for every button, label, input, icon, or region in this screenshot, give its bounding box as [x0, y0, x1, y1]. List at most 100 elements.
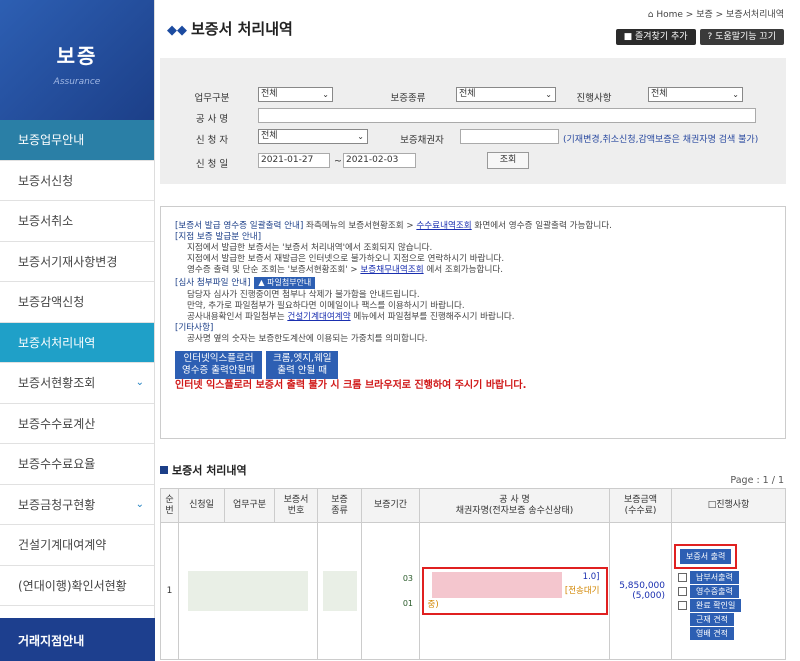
liability-quote-action: 영배 견적	[678, 626, 734, 640]
col-name-l1: 공 사 명	[499, 494, 530, 505]
branch-notice-title: [지점 보증 발급분 안내]	[175, 232, 262, 243]
chrome-print-help-button[interactable]: 크롬,엣지,웨일 출력 안될 때	[265, 351, 339, 380]
highlight-print-box: 보증서 출력	[674, 543, 738, 569]
branch-info-link[interactable]: 거래지점안내	[0, 618, 155, 661]
complete-check-button[interactable]: 완료 확인일	[690, 598, 742, 612]
period-fragment: 01	[402, 599, 413, 608]
project-name-input[interactable]	[258, 108, 756, 123]
ie-btn-line2: 영수증 출력안될때	[182, 365, 255, 377]
etc-notice-line: 공사명 옆의 숫자는 보증한도계산에 이용되는 가중치를 의미합니다.	[187, 333, 428, 344]
sidebar-item-label: 보증금청구현황	[18, 497, 96, 512]
creditor-note: (기재변경,취소신청,감액보증은 채권자명 검색 불가)	[563, 135, 759, 145]
chevron-down-icon: ⌄	[322, 90, 329, 99]
bookmark-icon: ■	[623, 32, 635, 42]
cell-period: 03 01	[361, 522, 420, 660]
section-square-icon	[160, 466, 168, 474]
attach-notice-line: 담당자 심사가 진행중이면 첨부나 삭제가 불가함을 안내드립니다.	[187, 289, 420, 300]
redacted-block	[322, 571, 357, 611]
sidebar-item[interactable]: 보증수수료요율	[0, 444, 154, 485]
sidebar-item[interactable]: (연대이행)확인서현황	[0, 566, 154, 606]
receipt-notice-line: [보증서 발급 영수증 일괄출력 안내] 좌측메뉴의 보증서현황조회 > 수수료…	[175, 221, 771, 232]
cell-amount: 5,850,000 (5,000)	[609, 522, 672, 660]
applicant-value: 전체	[261, 131, 278, 141]
browser-help-buttons: 인터넷익스플로러 영수증 출력안될때 크롬,엣지,웨일 출력 안될 때	[175, 351, 771, 380]
sidebar-item[interactable]: 보증서처리내역	[0, 322, 154, 363]
col-cert: 보증서 번호	[274, 488, 318, 523]
labor-quote-button[interactable]: 근재 견적	[690, 612, 734, 626]
cell-kind	[317, 522, 362, 660]
search-button[interactable]: 조회	[487, 152, 529, 169]
sidebar-item[interactable]: 보증서현황조회 ⌄	[0, 363, 154, 404]
col-kind-l1: 보증	[331, 494, 348, 505]
sidebar-item-label: 보증수수료요율	[18, 457, 96, 471]
fee-history-link[interactable]: 수수료내역조회	[416, 221, 471, 231]
sidebar-item[interactable]: 보증수수료계산	[0, 404, 154, 444]
creditor-input[interactable]	[460, 129, 559, 144]
print-receipt-button[interactable]: 영수증출력	[690, 584, 739, 598]
action-buttons: 보증서 출력 납부서출력 영수증출력 완료 확인일 근재 견적 영배 견적	[672, 543, 785, 640]
sidebar-item[interactable]: 보증금청구현황 ⌄	[0, 485, 154, 525]
sidebar-item[interactable]: 보증업무안내	[0, 120, 154, 161]
col-work: 업무구분	[224, 488, 275, 523]
title-diamond-icon: ◆◆	[167, 23, 187, 38]
sidebar-item[interactable]: 보증서신청	[0, 161, 154, 201]
print-certificate-button[interactable]: 보증서 출력	[680, 548, 732, 564]
guarantee-type-select[interactable]: 전체 ⌄	[456, 87, 556, 102]
send-status: 중)	[427, 600, 439, 610]
branch-notice-tail: 에서 조회가능합니다.	[423, 265, 503, 276]
applicant-select[interactable]: 전체 ⌄	[258, 129, 368, 144]
complete-checkbox[interactable]	[678, 600, 687, 610]
payment-checkbox[interactable]	[678, 572, 687, 582]
sidebar-item[interactable]: 보증서취소	[0, 201, 154, 242]
redacted-block	[188, 571, 308, 611]
chevron-down-icon: ⌄	[357, 132, 364, 141]
breadcrumb[interactable]: ⌂ Home > 보증 > 보증서처리내역	[648, 7, 784, 20]
progress-select[interactable]: 전체 ⌄	[648, 87, 743, 102]
cell-actions: 보증서 출력 납부서출력 영수증출력 완료 확인일 근재 견적 영배 견적	[671, 522, 786, 660]
bookmark-button[interactable]: ■ 즐겨찾기 추가	[615, 29, 696, 45]
receipt-notice-text: 좌측메뉴의 보증서현황조회 >	[303, 221, 417, 231]
branch-notice-text: 영수증 출력 및 단순 조회는 '보증서현황조회' >	[187, 265, 361, 276]
work-type-select[interactable]: 전체 ⌄	[258, 87, 333, 102]
payment-action: 납부서출력	[678, 570, 739, 584]
sidebar-title: 보증	[56, 44, 98, 68]
attach-guide-button[interactable]: ▲ 파일첨부안내	[254, 277, 316, 289]
sidebar-item[interactable]: 보증서기재사항변경	[0, 242, 154, 282]
table-row: 1 03 01 1.0] [전송대기 중) 5,850,000 (5,000) 보증…	[160, 522, 786, 660]
sidebar-item[interactable]: 건설기계대여계약	[0, 525, 154, 566]
progress-label: 진행사항	[576, 93, 612, 104]
list-section-title: 보증서 처리내역	[160, 462, 247, 478]
sidebar-item-label: 건설기계대여계약	[18, 538, 107, 552]
creditor-label: 보증채권자	[400, 135, 444, 146]
ie-receipt-help-button[interactable]: 인터넷익스플로러 영수증 출력안될때	[175, 351, 262, 380]
main-content: ⌂ Home > 보증 > 보증서처리내역 ◆◆ 보증서 처리내역 ■ 즐겨찾기 …	[155, 0, 800, 661]
col-amount: 보증금액 (수수료)	[609, 488, 672, 523]
receipt-notice-tail: 화면에서 영수증 일괄출력 가능합니다.	[471, 221, 612, 231]
date-to-input[interactable]: 2021-02-03	[343, 153, 416, 168]
col-amount-l2: (수수료)	[624, 505, 657, 516]
equipment-rental-link[interactable]: 건설기계대여계약	[287, 312, 350, 322]
sidebar-item-label: 보증서취소	[18, 214, 74, 228]
liability-quote-button[interactable]: 영배 견적	[690, 626, 734, 640]
print-payment-button[interactable]: 납부서출력	[690, 570, 739, 584]
sidebar-menu: 보증업무안내 보증서신청 보증서취소 보증서기재사항변경 보증감액신청 보증서처리내역 보증…	[0, 120, 154, 606]
help-toggle-button[interactable]: ? 도움말기능 끄기	[699, 29, 784, 45]
date-from-input[interactable]: 2021-01-27	[258, 153, 330, 168]
col-status[interactable]: □진행사항	[671, 488, 786, 523]
cell-project: 1.0] [전송대기 중)	[419, 522, 610, 660]
sidebar-item[interactable]: 보증감액신청	[0, 282, 154, 323]
sidebar-item-label: 보증감액신청	[18, 295, 85, 309]
help-label: 도움말기능 끄기	[715, 32, 776, 42]
sidebar: 보증 Assurance 보증업무안내 보증서신청 보증서취소 보증서기재사항변경 보증…	[0, 0, 155, 661]
receipt-checkbox[interactable]	[678, 586, 687, 596]
col-amount-l1: 보증금액	[623, 494, 658, 505]
ie-btn-line1: 인터넷익스플로러	[183, 353, 254, 365]
guarantee-fee: (5,000)	[632, 591, 665, 601]
highlight-project-box: 1.0] [전송대기 중)	[421, 567, 608, 615]
guarantee-type-value: 전체	[459, 89, 476, 99]
chrome-btn-line2: 출력 안될 때	[277, 365, 328, 377]
debt-history-link[interactable]: 보증채무내역조회	[360, 265, 423, 275]
chevron-down-icon: ⌄	[732, 90, 739, 99]
table-header-row: 순번 신청일 업무구분 보증서 번호 보증 종류 보증기간 공 사 명 채권자명(전자…	[160, 488, 786, 523]
col-kind: 보증 종류	[317, 488, 362, 523]
